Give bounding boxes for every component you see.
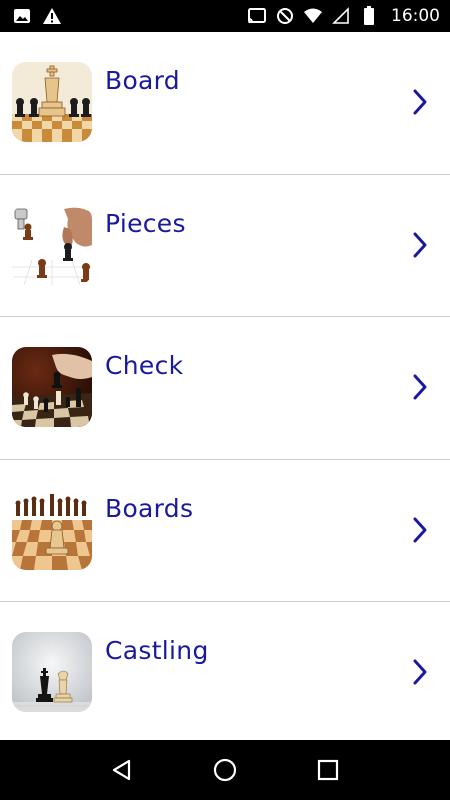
chevron-right-icon	[413, 374, 427, 400]
topic-list: Board Pieces Check Boards Castling	[0, 32, 450, 740]
do-not-disturb-icon	[275, 6, 295, 26]
status-left-icons	[12, 6, 62, 26]
check-thumbnail	[12, 347, 92, 427]
chevron-right-icon	[413, 659, 427, 685]
list-item-check[interactable]: Check	[0, 317, 450, 460]
castling-thumbnail	[12, 632, 92, 712]
list-item-pieces[interactable]: Pieces	[0, 174, 450, 317]
home-icon[interactable]	[210, 755, 240, 785]
boards-thumbnail	[12, 489, 92, 570]
back-icon[interactable]	[107, 755, 137, 785]
image-icon	[12, 6, 32, 26]
board-label: Board	[105, 66, 180, 95]
cast-icon	[247, 6, 267, 26]
battery-icon	[359, 6, 379, 26]
list-item-board[interactable]: Board	[0, 32, 450, 175]
wifi-icon	[303, 6, 323, 26]
status-bar: 16:00	[0, 0, 450, 32]
navigation-bar	[0, 740, 450, 800]
warning-icon	[42, 6, 62, 26]
chevron-right-icon	[413, 517, 427, 542]
chevron-right-icon	[413, 232, 427, 257]
pieces-thumbnail	[12, 204, 92, 285]
chevron-right-icon	[413, 89, 427, 115]
status-right-icons: 16:00	[247, 6, 440, 26]
pieces-label: Pieces	[105, 208, 186, 238]
signal-icon	[331, 6, 351, 26]
board-thumbnail	[12, 62, 92, 142]
boards-label: Boards	[105, 493, 194, 523]
list-item-boards[interactable]: Boards	[0, 459, 450, 602]
list-item-castling[interactable]: Castling	[0, 602, 450, 740]
castling-label: Castling	[105, 636, 209, 665]
recents-icon[interactable]	[313, 755, 343, 785]
status-time: 16:00	[391, 6, 440, 26]
check-label: Check	[105, 351, 184, 380]
